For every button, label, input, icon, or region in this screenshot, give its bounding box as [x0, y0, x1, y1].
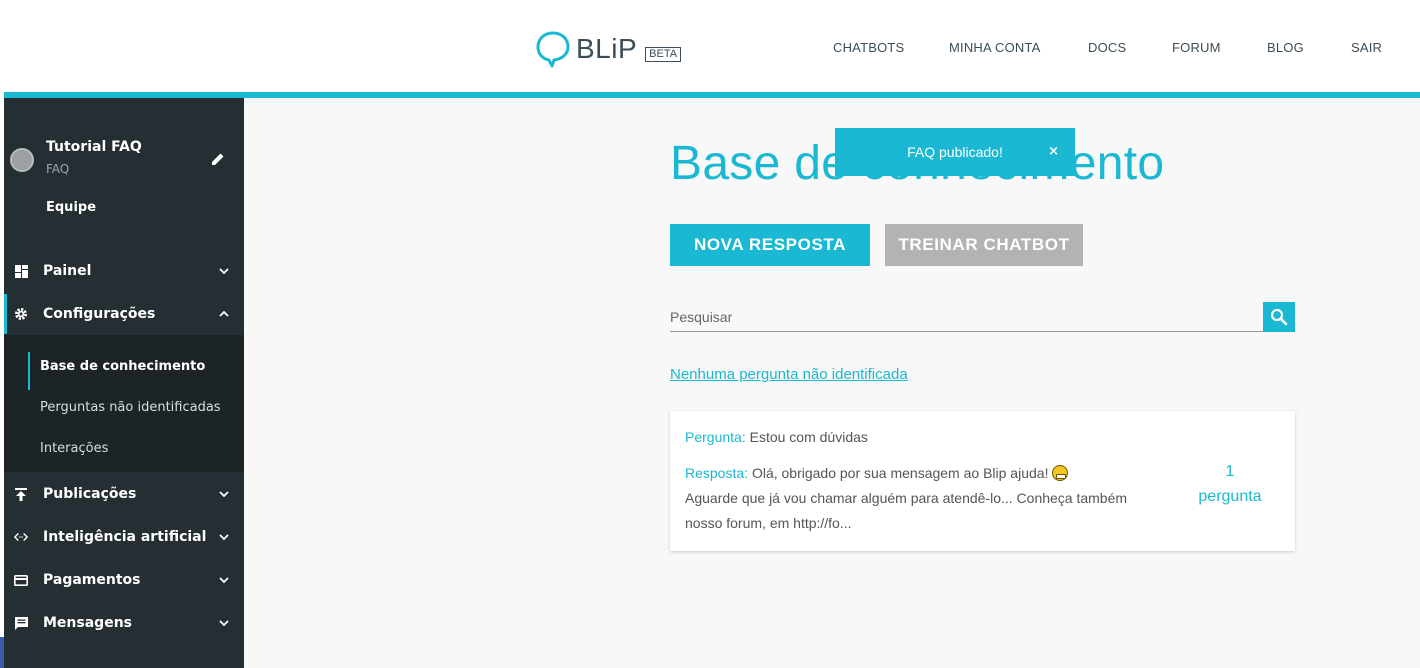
gear-icon — [14, 307, 28, 321]
search-input[interactable] — [670, 302, 1263, 332]
answer-text-line1: Olá, obrigado por sua mensagem ao Blip a… — [751, 465, 1049, 481]
faq-answer: Resposta: Olá, obrigado por sua mensagem… — [685, 461, 1155, 536]
answer-text-line2: Aguarde que já vou chamar alguém para at… — [685, 490, 1128, 531]
message-icon — [14, 616, 28, 630]
bot-avatar — [10, 148, 34, 172]
sidebar-item-configuracoes[interactable]: Configurações — [4, 294, 244, 334]
faq-question: Pergunta: Estou com dúvidas — [685, 429, 868, 445]
sidebar-item-label: Configurações — [43, 306, 156, 322]
nav-sair[interactable]: SAIR — [1351, 40, 1382, 55]
credit-card-icon — [14, 573, 28, 587]
chevron-down-icon — [219, 577, 229, 584]
top-nav: CHATBOTS MINHA CONTA DOCS FORUM BLOG SAI… — [0, 40, 1420, 56]
submenu-item-base-conhecimento[interactable]: Base de conhecimento — [4, 348, 244, 390]
upload-icon — [14, 487, 28, 501]
question-count-label: pergunta — [1198, 488, 1262, 505]
sidebar-item-label: Publicações — [43, 486, 137, 502]
sidebar-item-label: Painel — [43, 263, 92, 279]
unidentified-questions-link[interactable]: Nenhuma pergunta não identificada — [670, 366, 908, 383]
question-text: Estou com dúvidas — [749, 429, 868, 445]
search-button[interactable] — [1263, 302, 1295, 332]
chevron-down-icon — [219, 268, 229, 275]
toast-message: FAQ publicado! — [907, 144, 1003, 160]
submenu-item-label: Interações — [40, 440, 109, 456]
chevron-down-icon — [219, 620, 229, 627]
bot-subtitle: FAQ — [46, 162, 70, 176]
nav-blog[interactable]: BLOG — [1267, 40, 1304, 55]
faq-card[interactable]: Pergunta: Estou com dúvidas Resposta: Ol… — [670, 411, 1295, 551]
submenu-item-label: Base de conhecimento — [40, 358, 206, 374]
sidebar-item-painel[interactable]: Painel — [4, 251, 244, 291]
chevron-up-icon — [219, 310, 229, 317]
submenu-item-perguntas-nao-identificadas[interactable]: Perguntas não identificadas — [4, 389, 244, 425]
submenu-item-interacoes[interactable]: Interações — [4, 430, 244, 466]
toast-notification: FAQ publicado! × — [835, 128, 1075, 176]
question-label: Pergunta: — [685, 429, 746, 445]
question-count[interactable]: 1 pergunta — [1170, 459, 1290, 509]
sidebar-item-label: Mensagens — [43, 615, 132, 631]
nav-forum[interactable]: FORUM — [1172, 40, 1221, 55]
configuracoes-submenu: Base de conhecimento Perguntas não ident… — [4, 335, 244, 472]
question-count-number: 1 — [1225, 463, 1235, 480]
new-answer-button[interactable]: NOVA RESPOSTA — [670, 224, 870, 266]
top-header: BLiP BETA CHATBOTS MINHA CONTA DOCS FORU… — [0, 0, 1420, 92]
sidebar-item-inteligencia-artificial[interactable]: Inteligência artificial — [4, 517, 244, 557]
sidebar-item-mensagens[interactable]: Mensagens — [4, 603, 244, 643]
team-link[interactable]: Equipe — [46, 200, 96, 215]
nav-chatbots[interactable]: CHATBOTS — [833, 40, 904, 55]
close-icon[interactable]: × — [1048, 144, 1059, 159]
sidebar-item-label: Inteligência artificial — [43, 529, 207, 545]
chevron-down-icon — [219, 534, 229, 541]
nav-docs[interactable]: DOCS — [1088, 40, 1126, 55]
dashboard-icon — [14, 264, 28, 278]
search-icon — [1270, 308, 1288, 326]
grinning-emoji-icon — [1052, 465, 1069, 481]
train-chatbot-button[interactable]: TREINAR CHATBOT — [885, 224, 1083, 266]
submenu-item-label: Perguntas não identificadas — [40, 399, 221, 415]
nav-minha-conta[interactable]: MINHA CONTA — [949, 40, 1041, 55]
bot-name: Tutorial FAQ — [46, 139, 142, 155]
answer-label: Resposta: — [685, 465, 749, 481]
sidebar-item-label: Pagamentos — [43, 572, 141, 588]
main-content: Base de conhecimento FAQ publicado! × NO… — [244, 98, 1420, 668]
search-bar — [670, 302, 1295, 332]
code-icon — [14, 530, 28, 544]
chevron-down-icon — [219, 491, 229, 498]
sidebar-item-publicacoes[interactable]: Publicações — [4, 474, 244, 514]
bot-profile: Tutorial FAQ FAQ Equipe — [4, 98, 244, 238]
sidebar: Tutorial FAQ FAQ Equipe Painel Configura… — [4, 98, 244, 668]
sidebar-item-pagamentos[interactable]: Pagamentos — [4, 560, 244, 600]
pencil-icon[interactable] — [210, 151, 226, 167]
